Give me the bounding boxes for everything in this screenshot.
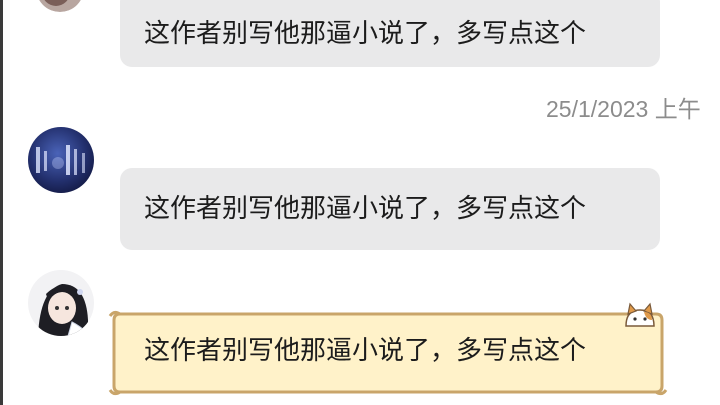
message-text: 这作者别写他那逼小说了，多写点这个 bbox=[144, 336, 587, 366]
message-text: 这作者别写他那逼小说了，多写点这个 bbox=[144, 18, 587, 49]
message-bubble-decorated[interactable]: 这作者别写他那逼小说了，多写点这个 bbox=[108, 302, 668, 396]
message-bubble[interactable]: 这作者别写他那逼小说了，多写点这个 bbox=[120, 168, 660, 250]
sender-avatar[interactable] bbox=[28, 127, 94, 193]
message-timestamp: 25/1/2023 上午 bbox=[546, 96, 701, 122]
message-bubble[interactable]: 这作者别写他那逼小说了，多写点这个 bbox=[120, 0, 660, 67]
avatar-image bbox=[39, 0, 81, 12]
sender-avatar-top[interactable] bbox=[36, 0, 84, 12]
message-text: 这作者别写他那逼小说了，多写点这个 bbox=[144, 194, 587, 224]
cat-icon bbox=[625, 302, 655, 327]
avatar-image bbox=[28, 127, 94, 193]
sender-avatar[interactable] bbox=[28, 270, 94, 336]
avatar-image bbox=[28, 270, 94, 336]
window-left-edge bbox=[0, 0, 3, 405]
